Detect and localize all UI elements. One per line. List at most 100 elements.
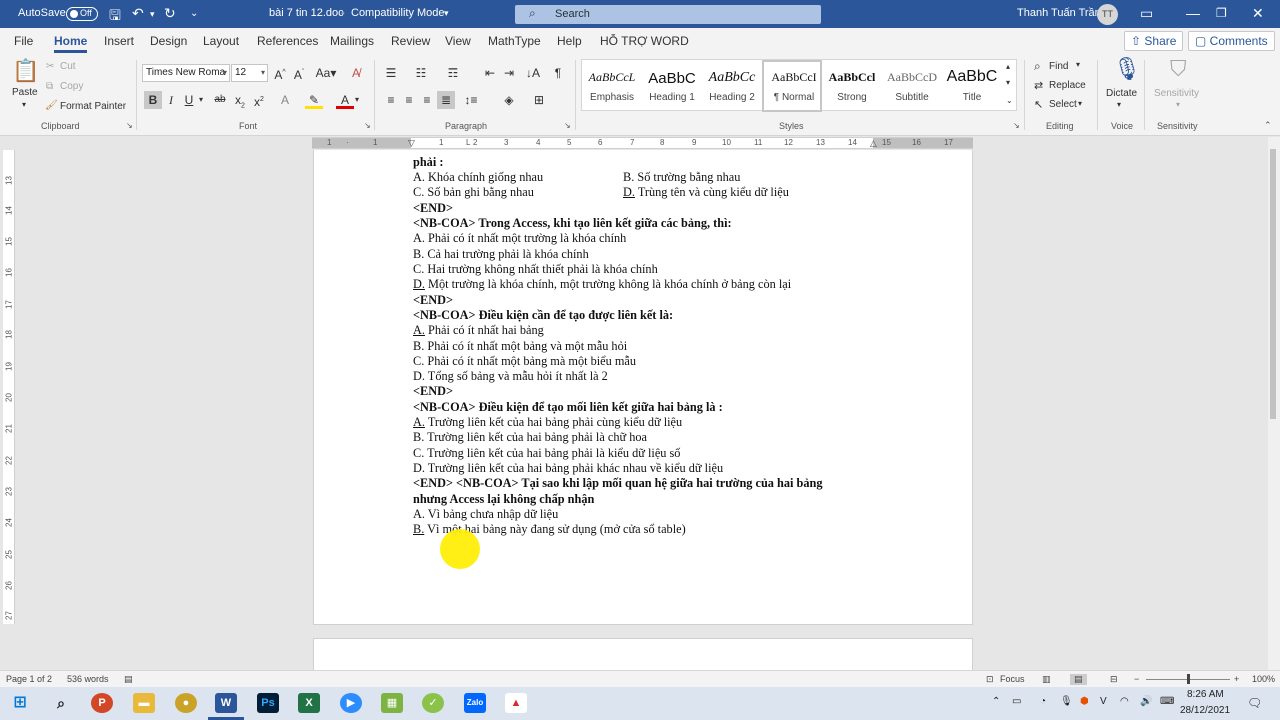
- zoom-level[interactable]: 100%: [1252, 674, 1275, 684]
- app-icon-leaf[interactable]: ✓: [422, 693, 444, 713]
- style-normal[interactable]: AaBbCcI ¶ Normal: [762, 60, 822, 112]
- find-button[interactable]: Find: [1049, 61, 1068, 72]
- word-count[interactable]: 536 words: [67, 674, 109, 684]
- word-icon[interactable]: W: [215, 693, 237, 713]
- document-line[interactable]: D. Một trường là khóa chính, một trường …: [413, 277, 791, 291]
- tray-icon-1[interactable]: ◔: [1040, 696, 1046, 707]
- document-line[interactable]: <NB-COA> Điều kiện cần để tạo được liên …: [413, 308, 673, 322]
- tab-stop-marker[interactable]: L: [466, 138, 470, 147]
- superscript-button[interactable]: x2: [250, 91, 268, 109]
- document-line[interactable]: <END> <NB-COA> Tại sao khi lập mối quan …: [413, 476, 822, 490]
- web-layout-icon[interactable]: ⊟: [1110, 674, 1118, 685]
- microphone-icon[interactable]: 🎙: [1113, 56, 1141, 82]
- tab-design[interactable]: Design: [150, 34, 187, 48]
- tray-shield-icon[interactable]: ⬢: [1080, 696, 1089, 707]
- zalo-icon[interactable]: Zalo: [464, 693, 486, 713]
- read-mode-icon[interactable]: ▥: [1042, 674, 1051, 685]
- document-line[interactable]: A. Vì bảng chưa nhập dữ liệu: [413, 507, 558, 521]
- document-page[interactable]: phải : A. Khóa chính giống nhau B. Số trườ…: [313, 150, 973, 625]
- tab-review[interactable]: Review: [391, 34, 430, 48]
- clock-time[interactable]: 8:26 AM: [1187, 689, 1224, 700]
- scrollbar-thumb[interactable]: [1270, 149, 1276, 419]
- tab-references[interactable]: References: [257, 34, 318, 48]
- tab-mathtype[interactable]: MathType: [488, 34, 541, 48]
- clock-date[interactable]: 28/12/2021: [1180, 705, 1230, 716]
- zoom-slider-thumb[interactable]: [1187, 674, 1190, 684]
- document-line[interactable]: <END>: [413, 384, 453, 398]
- focus-icon[interactable]: ⊡: [986, 674, 994, 685]
- wifi-icon[interactable]: ◠: [1120, 696, 1129, 707]
- bullets-icon[interactable]: ☰: [382, 64, 400, 82]
- paste-button[interactable]: Paste: [12, 87, 38, 98]
- document-line[interactable]: <NB-COA> Trong Access, khi tạo liên kết …: [413, 216, 732, 230]
- windows-start-icon[interactable]: ⊞: [9, 693, 31, 713]
- underline-dropdown-icon[interactable]: ▾: [196, 91, 206, 109]
- select-button[interactable]: Select: [1049, 99, 1077, 110]
- document-page-2[interactable]: [313, 638, 973, 674]
- excel-icon[interactable]: X: [298, 693, 320, 713]
- highlight-icon[interactable]: ✎: [305, 91, 323, 109]
- document-line-column-2[interactable]: D. Trùng tên và cùng kiểu dữ liệu: [623, 185, 789, 199]
- document-line[interactable]: D. Trường liên kết của hai bảng phải khá…: [413, 461, 723, 475]
- strikethrough-button[interactable]: ab: [211, 91, 229, 109]
- clear-formatting-icon[interactable]: A̸: [347, 64, 365, 82]
- app-icon-grid[interactable]: ▦: [381, 693, 403, 713]
- document-line[interactable]: A. Phải có ít nhất một trường là khóa ch…: [413, 231, 626, 245]
- tab-help[interactable]: Help: [557, 34, 582, 48]
- copy-button[interactable]: Copy: [60, 81, 83, 92]
- change-case-icon[interactable]: Aa▾: [314, 64, 338, 82]
- document-line[interactable]: phải :: [413, 155, 443, 169]
- undo-dropdown-icon[interactable]: ▾: [150, 9, 155, 20]
- align-left-icon[interactable]: ≡: [382, 91, 400, 109]
- print-layout-icon[interactable]: ▤: [1070, 674, 1087, 685]
- document-line[interactable]: C. Số bản ghi bằng nhau: [413, 185, 534, 199]
- borders-icon[interactable]: ⊞: [530, 91, 548, 109]
- italic-button[interactable]: I: [162, 91, 180, 109]
- avatar[interactable]: TT: [1097, 4, 1118, 25]
- tray-app-icon[interactable]: ▭: [1012, 696, 1021, 707]
- customize-qat-icon[interactable]: ⌄: [190, 8, 198, 19]
- style-heading-2[interactable]: AaBbCc Heading 2: [702, 60, 762, 112]
- grow-font-icon[interactable]: A^: [271, 64, 289, 82]
- tab-ho-tro-word[interactable]: HỖ TRỢ WORD: [600, 34, 689, 48]
- text-effects-icon[interactable]: A: [276, 91, 294, 109]
- redo-icon[interactable]: ↻: [164, 5, 176, 22]
- focus-button[interactable]: Focus: [1000, 674, 1025, 684]
- document-line[interactable]: B. Cả hai trường phải là khóa chính: [413, 247, 589, 261]
- user-name[interactable]: Thanh Tuấn Trần: [1017, 7, 1101, 19]
- style-strong[interactable]: AaBbCcl Strong: [822, 60, 882, 112]
- styles-scroll-down-icon[interactable]: ▾: [1006, 78, 1010, 87]
- document-line[interactable]: A. Khóa chính giống nhau: [413, 170, 543, 184]
- subscript-button[interactable]: x2: [231, 91, 249, 109]
- tab-view[interactable]: View: [445, 34, 471, 48]
- save-icon[interactable]: 🖫: [109, 5, 121, 29]
- find-dropdown-icon[interactable]: ▾: [1076, 60, 1080, 69]
- zoom-app-icon[interactable]: ▶: [340, 693, 362, 713]
- document-line[interactable]: D. Tổng số bảng và mẫu hỏi ít nhất là 2: [413, 369, 608, 383]
- dictate-dropdown-icon[interactable]: ▾: [1117, 100, 1121, 109]
- file-explorer-icon[interactable]: ▬: [133, 693, 155, 713]
- comments-button[interactable]: ▢ Comments: [1188, 31, 1275, 51]
- dictate-button[interactable]: Dictate: [1106, 88, 1137, 99]
- tray-mic-icon[interactable]: 🎙: [1060, 696, 1073, 707]
- style-heading-1[interactable]: AaBbC Heading 1: [642, 60, 702, 112]
- styles-scroll-up-icon[interactable]: ▴: [1006, 62, 1010, 71]
- document-line[interactable]: B. Phải có ít nhất một bảng và một mẫu h…: [413, 339, 627, 353]
- tab-file[interactable]: File: [14, 34, 33, 48]
- search-box[interactable]: ⌕ Search: [515, 5, 821, 24]
- powerpoint-icon[interactable]: P: [91, 693, 113, 713]
- font-size-select[interactable]: 12 ▾: [231, 64, 268, 82]
- right-indent-marker[interactable]: △: [870, 138, 877, 149]
- photoshop-icon[interactable]: Ps: [257, 693, 279, 713]
- style-subtitle[interactable]: AaBbCcD Subtitle: [882, 60, 942, 112]
- style-title[interactable]: AaBbC Title: [942, 60, 1002, 112]
- align-center-icon[interactable]: ≡: [400, 91, 418, 109]
- undo-icon[interactable]: ↶: [132, 5, 144, 22]
- document-line[interactable]: <END>: [413, 201, 453, 215]
- style-emphasis[interactable]: AaBbCcL Emphasis: [582, 60, 642, 112]
- show-formatting-icon[interactable]: ¶: [549, 64, 567, 82]
- sensitivity-button[interactable]: Sensitivity: [1154, 88, 1199, 99]
- document-line[interactable]: <NB-COA> Điều kiện để tạo mối liên kết g…: [413, 400, 723, 414]
- vertical-scrollbar[interactable]: [1268, 137, 1280, 670]
- tray-up-icon[interactable]: ⌃: [992, 696, 1000, 707]
